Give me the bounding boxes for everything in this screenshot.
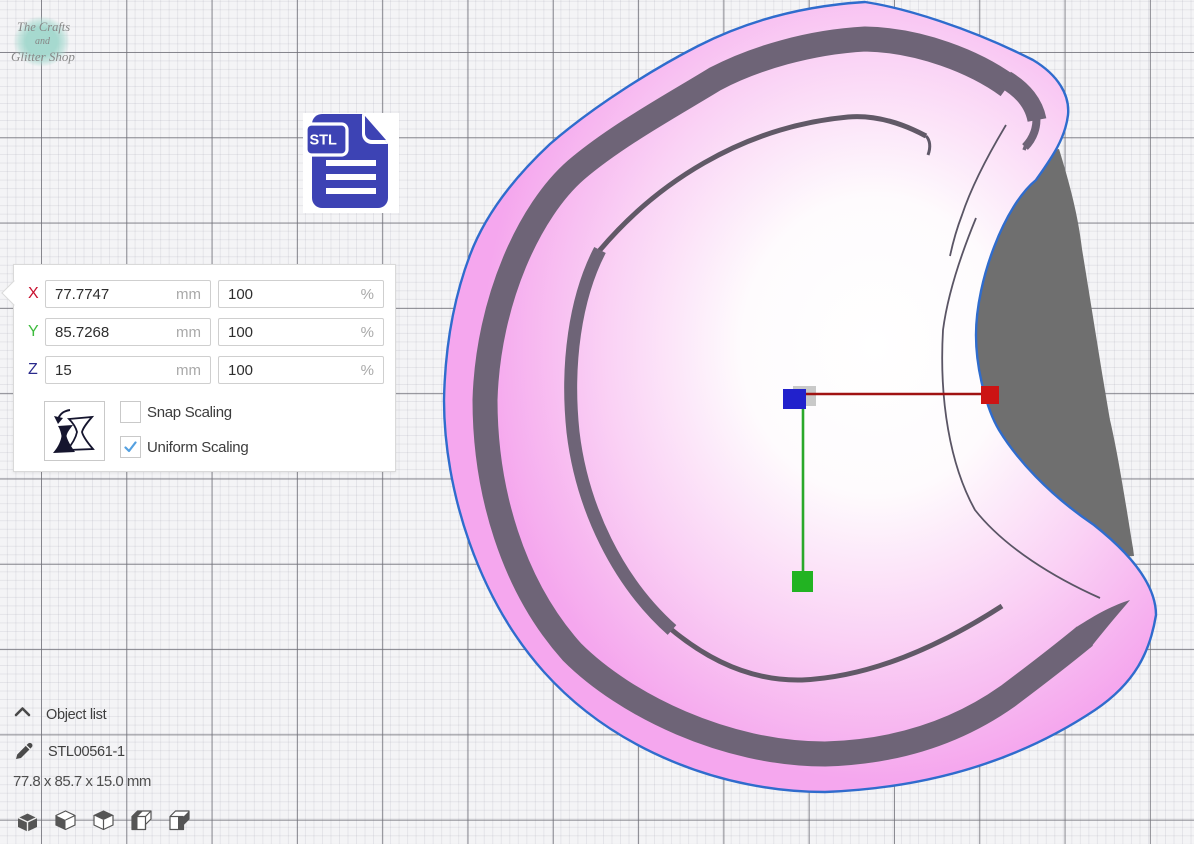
svg-text:STL: STL bbox=[310, 133, 338, 149]
